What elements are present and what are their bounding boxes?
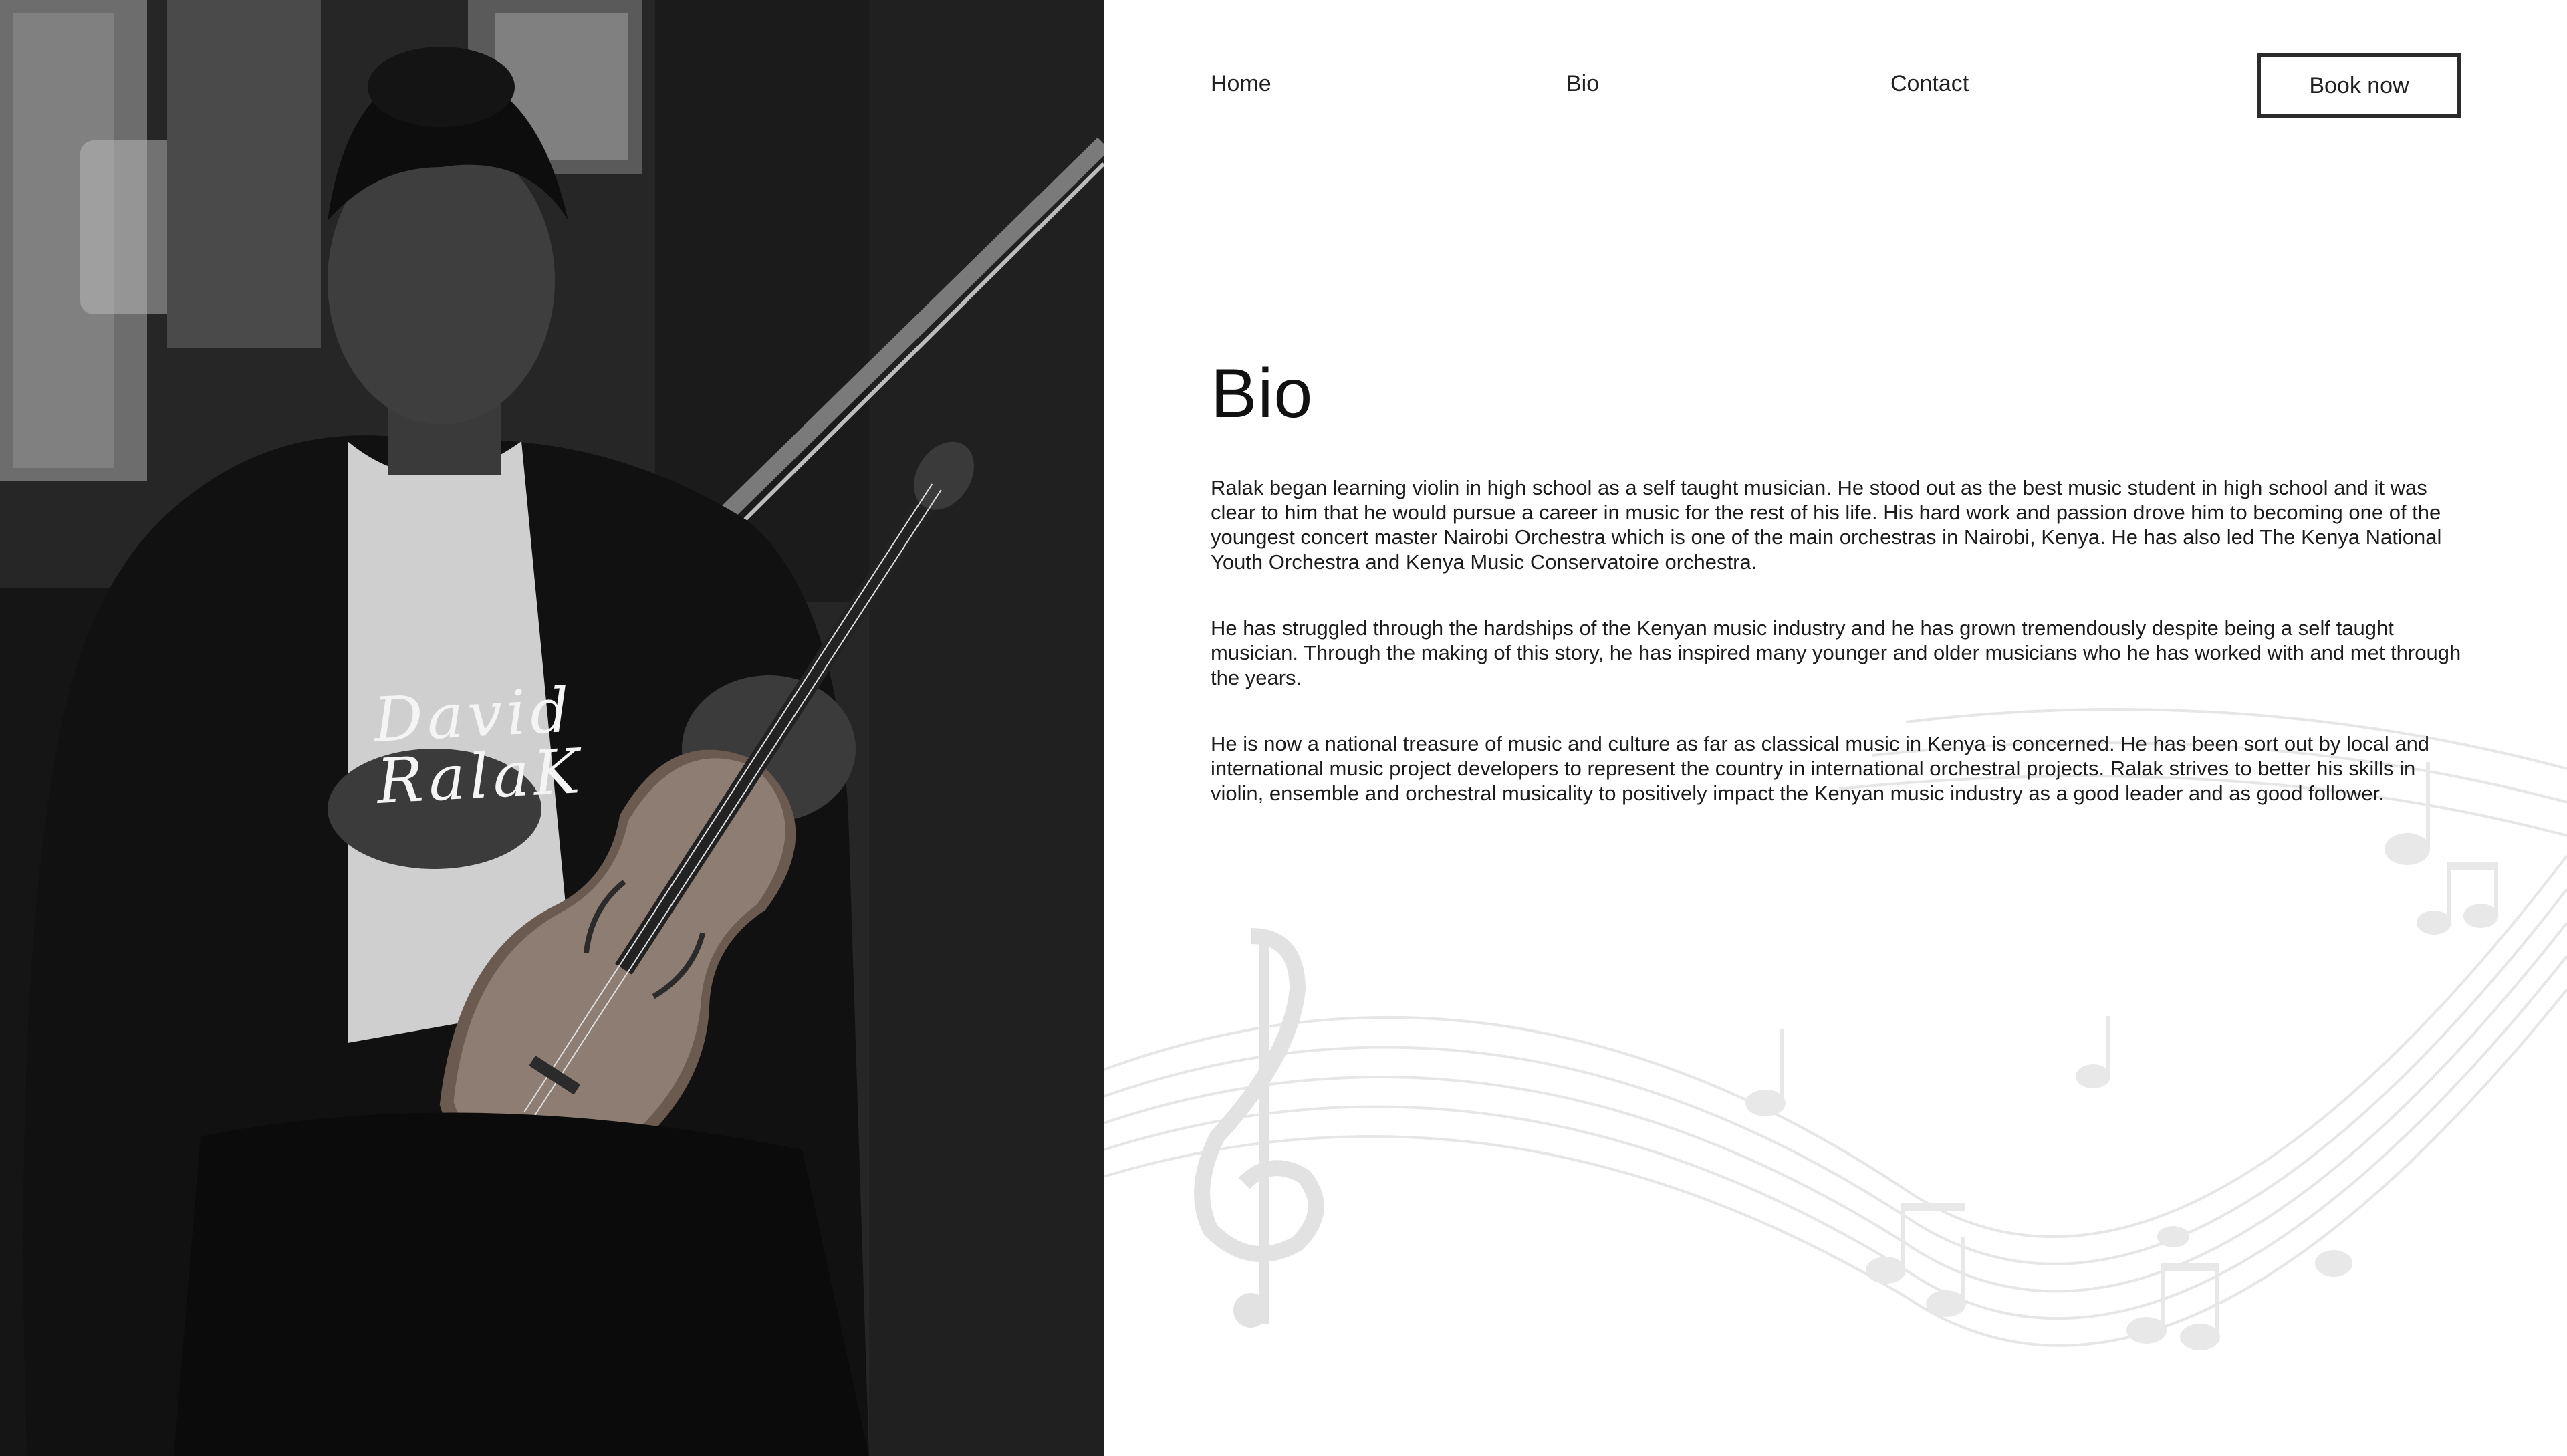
signature-text: David RalaK: [372, 674, 586, 818]
bio-paragraph-3: He is now a national treasure of music a…: [1211, 732, 2430, 805]
bio-paragraph-2: He has struggled through the hardships o…: [1211, 616, 2461, 689]
book-now-button[interactable]: Book now: [2257, 53, 2461, 118]
content-panel: Home Bio Contact Book now Bio Ralak bega…: [1104, 0, 2567, 1456]
signature-logo: David RalaK: [365, 665, 745, 818]
hero-photo: David RalaK: [0, 0, 1104, 1456]
nav-home-link[interactable]: Home: [1211, 71, 1271, 97]
nav-contact-link[interactable]: Contact: [1890, 71, 1969, 97]
bio-section: Bio Ralak began learning violin in high …: [1211, 354, 2467, 847]
bio-heading: Bio: [1211, 355, 1314, 433]
nav-bio-link[interactable]: Bio: [1566, 71, 1599, 97]
bio-paragraph-1: Ralak began learning violin in high scho…: [1211, 476, 2442, 574]
main-nav: Home Bio Contact Book now: [1211, 53, 2461, 118]
page: David RalaK Home Bio Contact Book now Bi…: [0, 0, 2567, 1456]
